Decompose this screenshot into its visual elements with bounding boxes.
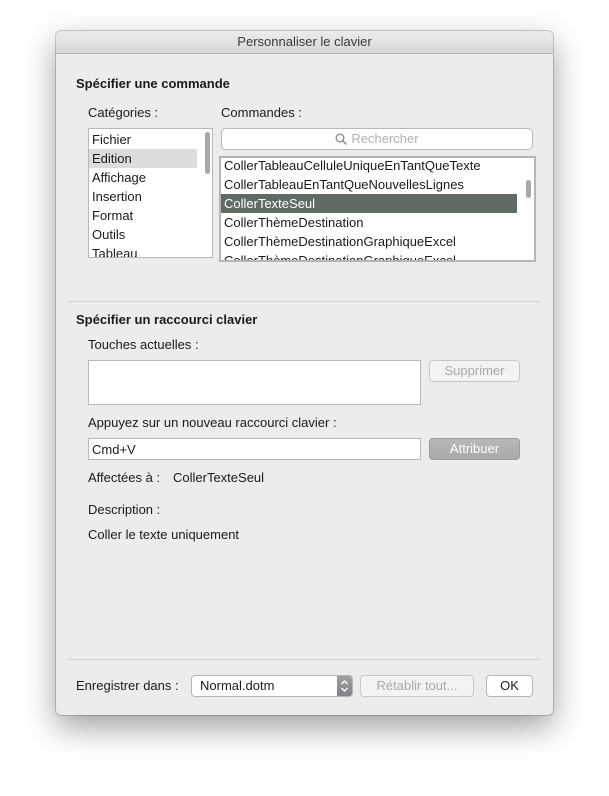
assign-button[interactable]: Attribuer	[429, 438, 520, 460]
command-section-heading: Spécifier une commande	[76, 76, 230, 91]
categories-list[interactable]: Fichier Edition Affichage Insertion Form…	[88, 128, 213, 258]
search-placeholder: Rechercher	[351, 131, 419, 146]
ok-button[interactable]: OK	[486, 675, 533, 697]
command-item[interactable]: CollerThèmeDestination	[221, 213, 517, 232]
command-item[interactable]: CollerTableauCelluleUniqueEnTantQueTexte	[221, 158, 517, 175]
category-item-outils[interactable]: Outils	[89, 225, 197, 244]
save-in-value: Normal.dotm	[200, 678, 275, 693]
new-shortcut-input[interactable]: Cmd+V	[88, 438, 421, 460]
assigned-to-label: Affectées à :	[88, 470, 161, 485]
command-search-input[interactable]: Rechercher	[221, 128, 533, 150]
window-title: Personnaliser le clavier	[56, 31, 553, 54]
current-keys-label: Touches actuelles :	[88, 337, 199, 352]
footer-divider	[68, 659, 540, 660]
magnifier-icon	[335, 133, 348, 145]
remove-button[interactable]: Supprimer	[429, 360, 520, 382]
commands-scrollbar[interactable]	[526, 180, 531, 198]
section-divider	[68, 301, 540, 302]
commands-label: Commandes :	[221, 105, 302, 120]
category-item-fichier[interactable]: Fichier	[89, 130, 197, 149]
command-item[interactable]: CollerThèmeDestinationGraphiqueExcel	[221, 232, 517, 251]
commands-list[interactable]: CollerTableauCelluleUniqueEnTantQueTexte…	[219, 156, 536, 262]
description-label: Description :	[88, 502, 161, 517]
category-item-tableau[interactable]: Tableau	[89, 244, 197, 257]
assigned-to-value: CollerTexteSeul	[173, 470, 265, 485]
new-shortcut-label: Appuyez sur un nouveau raccourci clavier…	[88, 415, 337, 430]
command-item[interactable]: CollerTableauEnTantQueNouvellesLignes	[221, 175, 517, 194]
category-item-insertion[interactable]: Insertion	[89, 187, 197, 206]
shortcut-section-heading: Spécifier un raccourci clavier	[76, 312, 258, 327]
category-item-affichage[interactable]: Affichage	[89, 168, 197, 187]
save-in-popup[interactable]: Normal.dotm	[191, 675, 353, 697]
category-item-format[interactable]: Format	[89, 206, 197, 225]
description-text: Coller le texte uniquement	[88, 527, 240, 542]
up-down-chevron-icon	[337, 676, 352, 696]
categories-scrollbar[interactable]	[205, 132, 210, 174]
command-item-selected[interactable]: CollerTexteSeul	[221, 194, 517, 213]
new-shortcut-value: Cmd+V	[92, 442, 136, 457]
category-item-edition[interactable]: Edition	[89, 149, 197, 168]
command-item[interactable]: CollerThèmeDestinationGraphiqueExcel...	[221, 251, 517, 260]
current-keys-list[interactable]	[88, 360, 421, 405]
categories-label: Catégories :	[88, 105, 159, 120]
reset-all-button[interactable]: Rétablir tout...	[360, 675, 474, 697]
save-in-label: Enregistrer dans :	[76, 678, 179, 693]
